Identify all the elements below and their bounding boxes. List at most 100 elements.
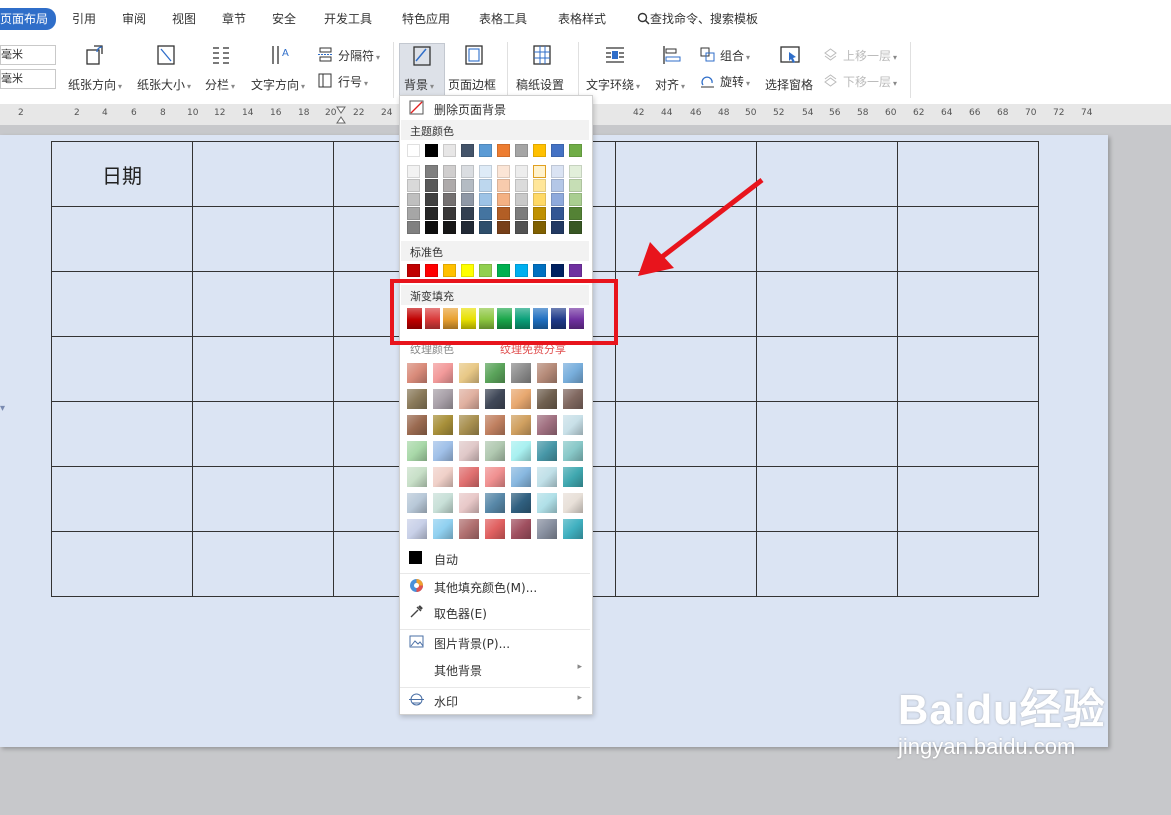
orientation-button[interactable]: 纸张方向 ▾ xyxy=(68,44,126,100)
table-cell[interactable] xyxy=(756,336,898,402)
texture-swatch[interactable] xyxy=(459,467,479,487)
tab-table-tools[interactable]: 表格工具 xyxy=(479,10,527,27)
theme-shade-swatch[interactable] xyxy=(497,193,510,206)
table-cell[interactable] xyxy=(615,401,757,467)
texture-swatch[interactable] xyxy=(433,415,453,435)
texture-swatch[interactable] xyxy=(511,493,531,513)
theme-shade-swatch[interactable] xyxy=(479,207,492,220)
texture-swatch[interactable] xyxy=(485,519,505,539)
table-cell[interactable] xyxy=(51,401,193,467)
theme-shade-swatch[interactable] xyxy=(569,165,582,178)
table-cell[interactable] xyxy=(756,401,898,467)
table-cell-date[interactable]: 日期 xyxy=(51,141,193,207)
remove-page-background-item[interactable]: 删除页面背景 xyxy=(400,96,590,120)
texture-swatch[interactable] xyxy=(433,389,453,409)
theme-shade-swatch[interactable] xyxy=(569,207,582,220)
theme-shade-swatch[interactable] xyxy=(407,165,420,178)
theme-shade-swatch[interactable] xyxy=(515,193,528,206)
watermark-item[interactable]: 水印 ▸ xyxy=(400,687,590,712)
theme-shade-swatch[interactable] xyxy=(551,207,564,220)
texture-swatch[interactable] xyxy=(433,519,453,539)
background-button[interactable]: 背景 ▾ xyxy=(399,43,445,97)
texture-swatch[interactable] xyxy=(537,467,557,487)
texture-swatch[interactable] xyxy=(537,415,557,435)
columns-button[interactable]: 分栏 ▾ xyxy=(205,44,245,100)
texture-swatch[interactable] xyxy=(459,441,479,461)
table-cell[interactable] xyxy=(897,531,1039,597)
theme-shade-swatch[interactable] xyxy=(515,179,528,192)
standard-color-swatch[interactable] xyxy=(515,264,528,277)
texture-swatch[interactable] xyxy=(433,493,453,513)
tab-review[interactable]: 审阅 xyxy=(122,10,146,27)
texture-swatch[interactable] xyxy=(537,519,557,539)
standard-color-swatch[interactable] xyxy=(533,264,546,277)
texture-swatch[interactable] xyxy=(433,467,453,487)
theme-shade-swatch[interactable] xyxy=(425,221,438,234)
bring-forward-button[interactable]: 上移一层 ▾ xyxy=(823,45,905,65)
theme-shade-swatch[interactable] xyxy=(461,207,474,220)
table-cell[interactable] xyxy=(897,141,1039,207)
standard-color-swatch[interactable] xyxy=(497,264,510,277)
theme-shade-swatch[interactable] xyxy=(515,207,528,220)
table-cell[interactable] xyxy=(756,141,898,207)
texture-swatch[interactable] xyxy=(407,415,427,435)
theme-shade-swatch[interactable] xyxy=(533,179,546,192)
texture-swatch[interactable] xyxy=(485,363,505,383)
page-border-button[interactable]: 页面边框 xyxy=(448,44,500,100)
theme-color-swatch[interactable] xyxy=(425,144,438,157)
texture-swatch[interactable] xyxy=(485,441,505,461)
theme-shade-swatch[interactable] xyxy=(407,179,420,192)
table-cell[interactable] xyxy=(192,466,334,532)
theme-shade-swatch[interactable] xyxy=(515,165,528,178)
table-cell[interactable] xyxy=(192,141,334,207)
texture-swatch[interactable] xyxy=(485,493,505,513)
theme-shade-swatch[interactable] xyxy=(461,179,474,192)
theme-shade-swatch[interactable] xyxy=(497,179,510,192)
theme-shade-swatch[interactable] xyxy=(479,193,492,206)
standard-color-swatch[interactable] xyxy=(479,264,492,277)
theme-shade-swatch[interactable] xyxy=(461,221,474,234)
theme-shade-swatch[interactable] xyxy=(497,207,510,220)
indent-marker[interactable] xyxy=(336,106,346,124)
theme-shade-swatch[interactable] xyxy=(443,165,456,178)
table-cell[interactable] xyxy=(615,336,757,402)
standard-color-swatch[interactable] xyxy=(407,264,420,277)
texture-swatch[interactable] xyxy=(459,519,479,539)
table-cell[interactable] xyxy=(51,336,193,402)
standard-color-swatch[interactable] xyxy=(551,264,564,277)
tab-security[interactable]: 安全 xyxy=(272,10,296,27)
table-cell[interactable] xyxy=(756,531,898,597)
table-cell[interactable] xyxy=(615,466,757,532)
theme-shade-swatch[interactable] xyxy=(407,221,420,234)
theme-shade-swatch[interactable] xyxy=(425,179,438,192)
text-wrap-button[interactable]: 文字环绕 ▾ xyxy=(586,44,648,100)
texture-swatch[interactable] xyxy=(537,493,557,513)
search-command[interactable]: 查找命令、搜索模板 xyxy=(637,10,758,27)
text-direction-button[interactable]: A 文字方向 ▾ xyxy=(251,44,313,100)
texture-swatch[interactable] xyxy=(459,493,479,513)
send-backward-button[interactable]: 下移一层 ▾ xyxy=(823,71,905,91)
table-cell[interactable] xyxy=(51,271,193,337)
paper-size-button[interactable]: 纸张大小 ▾ xyxy=(137,44,195,100)
theme-color-swatch[interactable] xyxy=(551,144,564,157)
theme-shade-swatch[interactable] xyxy=(569,179,582,192)
table-cell[interactable] xyxy=(192,531,334,597)
texture-swatch[interactable] xyxy=(537,363,557,383)
theme-shade-swatch[interactable] xyxy=(569,221,582,234)
standard-color-swatch[interactable] xyxy=(443,264,456,277)
tab-features[interactable]: 特色应用 xyxy=(402,10,450,27)
theme-shade-swatch[interactable] xyxy=(497,221,510,234)
manuscript-button[interactable]: 稿纸设置 xyxy=(516,44,568,100)
auto-color-item[interactable]: 自动 xyxy=(400,546,590,570)
table-cell[interactable] xyxy=(192,206,334,272)
group-button[interactable]: 组合 ▾ xyxy=(700,45,756,65)
texture-swatch[interactable] xyxy=(511,415,531,435)
theme-shade-swatch[interactable] xyxy=(425,193,438,206)
texture-swatch[interactable] xyxy=(459,389,479,409)
theme-shade-swatch[interactable] xyxy=(533,193,546,206)
theme-color-swatch[interactable] xyxy=(461,144,474,157)
texture-swatch[interactable] xyxy=(407,493,427,513)
texture-swatch[interactable] xyxy=(537,441,557,461)
texture-swatch[interactable] xyxy=(407,363,427,383)
theme-shade-swatch[interactable] xyxy=(425,207,438,220)
